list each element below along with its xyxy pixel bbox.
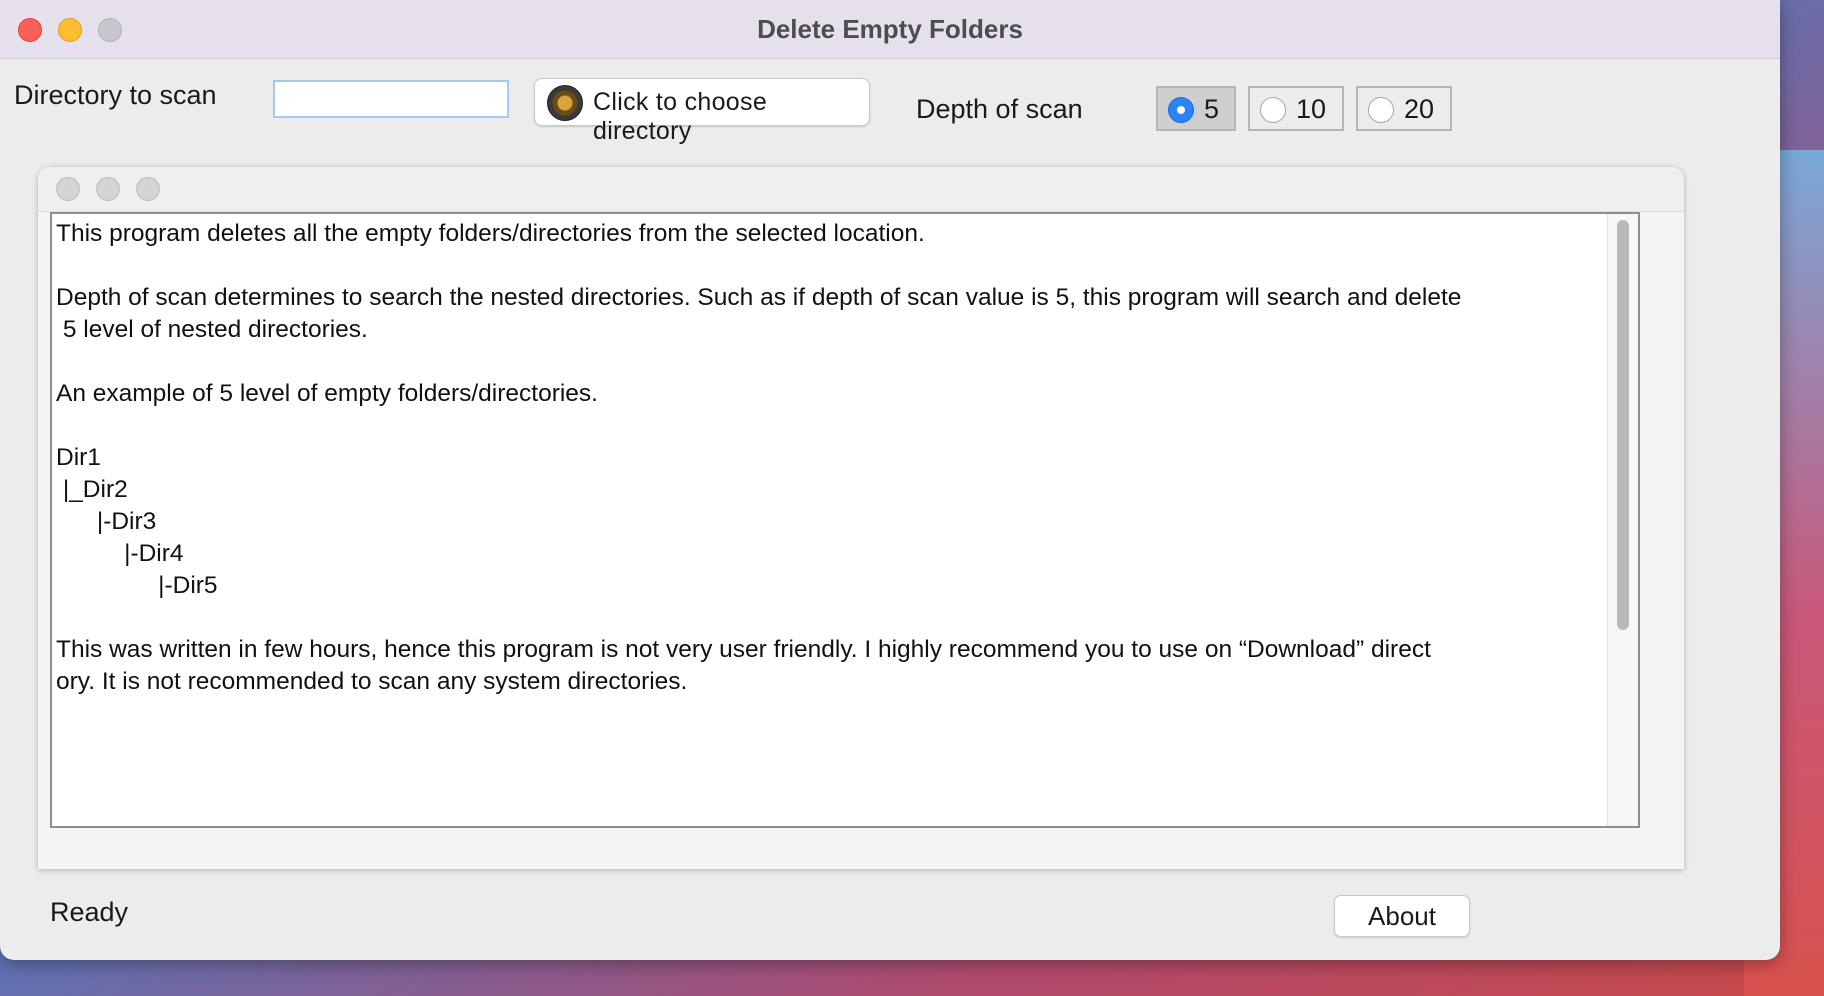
status-text: Ready	[50, 897, 129, 927]
internal-frame-title-bar	[38, 167, 1684, 212]
info-text-area[interactable]: This program deletes all the empty folde…	[50, 212, 1640, 828]
depth-option-label: 5	[1204, 94, 1220, 124]
internal-minimize-icon[interactable]	[96, 177, 120, 201]
window-title: Delete Empty Folders	[757, 14, 1023, 44]
radio-unselected-icon[interactable]	[1260, 97, 1286, 123]
internal-frame: This program deletes all the empty folde…	[38, 167, 1684, 869]
depth-option-5[interactable]: 5	[1156, 86, 1236, 131]
title-bar: Delete Empty Folders	[0, 0, 1780, 59]
vertical-scrollbar[interactable]	[1607, 214, 1638, 826]
depth-label: Depth of scan	[916, 94, 1083, 124]
info-text: This program deletes all the empty folde…	[56, 220, 1462, 695]
internal-zoom-icon[interactable]	[136, 177, 160, 201]
depth-option-10[interactable]: 10	[1248, 86, 1344, 131]
depth-option-label: 10	[1296, 94, 1327, 124]
about-button[interactable]: About	[1334, 895, 1470, 937]
choose-directory-button[interactable]: Click to choose directory	[534, 78, 870, 145]
radio-selected-icon[interactable]	[1168, 97, 1194, 123]
choose-directory-label: Click to choose directory	[593, 88, 768, 145]
internal-close-icon[interactable]	[56, 177, 80, 201]
scrollbar-thumb[interactable]	[1617, 220, 1629, 630]
disk-icon	[547, 85, 583, 121]
directory-label: Directory to scan	[14, 80, 217, 110]
depth-option-20[interactable]: 20	[1356, 86, 1452, 131]
directory-input[interactable]	[273, 80, 509, 118]
radio-unselected-icon[interactable]	[1368, 97, 1394, 123]
app-window: Delete Empty Folders Directory to scan C…	[0, 0, 1780, 960]
depth-option-label: 20	[1404, 94, 1435, 124]
